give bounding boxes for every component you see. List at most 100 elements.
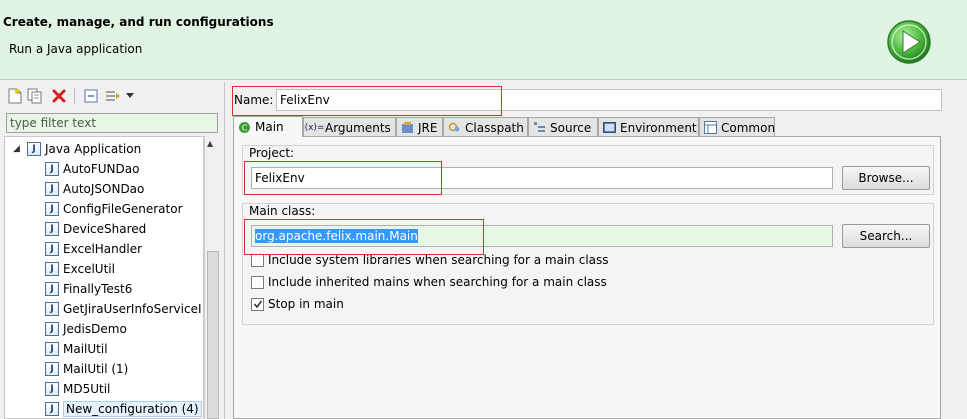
main-tab-icon: C xyxy=(238,121,251,134)
arguments-icon: (x)= xyxy=(304,122,325,133)
tree-item-label: ConfigFileGenerator xyxy=(63,202,183,216)
new-configuration-icon[interactable] xyxy=(6,87,24,105)
option-checkbox[interactable] xyxy=(251,275,264,289)
tab-arguments[interactable]: (x)= Arguments xyxy=(303,117,396,137)
svg-text:C: C xyxy=(242,123,248,132)
main-class-group: Main class: org.apache.felix.main.Main S… xyxy=(242,203,934,325)
java-class-icon: J xyxy=(45,382,59,396)
tree-item[interactable]: J MailUtil (1) xyxy=(45,359,128,379)
java-class-icon: J xyxy=(45,262,59,276)
tab-common[interactable]: Common xyxy=(699,117,775,137)
main-class-value: org.apache.felix.main.Main xyxy=(255,229,418,243)
tab-main[interactable]: C Main xyxy=(233,116,303,137)
java-class-icon: J xyxy=(45,182,59,196)
tree-item[interactable]: J JedisDemo xyxy=(45,319,127,339)
tab-label: Source xyxy=(550,120,592,135)
tree-item-label: AutoFUNDao xyxy=(63,162,140,176)
common-icon xyxy=(704,121,717,134)
tree-item[interactable]: J AutoFUNDao xyxy=(45,159,139,179)
tree-item[interactable]: J GetJiraUserInfoServiceI xyxy=(45,299,202,319)
tree-item-label: JedisDemo xyxy=(63,322,127,336)
left-toolbar xyxy=(4,86,224,108)
tab-label: Common xyxy=(721,120,776,135)
tab-environment[interactable]: Environment xyxy=(598,117,699,137)
tree-item-label: MailUtil (1) xyxy=(63,362,129,376)
tree-item[interactable]: J ExcelUtil xyxy=(45,259,115,279)
tab-classpath[interactable]: Classpath xyxy=(443,117,528,137)
option-label: Include system libraries when searching … xyxy=(268,253,609,267)
filter-icon[interactable] xyxy=(104,87,122,105)
expand-arrow-icon[interactable]: ◢ xyxy=(13,144,23,154)
project-group: Project: Browse... xyxy=(242,145,934,195)
tree-item-label: FinallyTest6 xyxy=(63,282,133,296)
tree-item[interactable]: J ExcelHandler xyxy=(45,239,142,259)
toolbar-separator xyxy=(74,88,75,104)
tree-item[interactable]: J ConfigFileGenerator xyxy=(45,199,183,219)
tree-item[interactable]: J FinallyTest6 xyxy=(45,279,132,299)
environment-icon xyxy=(603,121,616,134)
option-row[interactable]: Stop in main xyxy=(251,297,344,311)
configuration-tree: ◢ J Java Application J AutoFUNDao J AutoJSO… xyxy=(4,136,204,419)
jre-icon xyxy=(401,121,414,134)
run-icon xyxy=(886,19,932,65)
option-row[interactable]: Include inherited mains when searching f… xyxy=(251,275,607,289)
name-label: Name: xyxy=(234,93,274,107)
java-class-icon: J xyxy=(45,302,59,316)
option-label: Stop in main xyxy=(268,297,344,311)
java-class-icon: J xyxy=(45,322,59,336)
java-class-icon: J xyxy=(45,222,59,236)
option-label: Include inherited mains when searching f… xyxy=(268,275,607,289)
tab-source[interactable]: Source xyxy=(528,117,598,137)
tree-node-java-application[interactable]: ◢ J Java Application xyxy=(13,139,141,159)
browse-button[interactable]: Browse... xyxy=(842,166,930,190)
java-application-icon: J xyxy=(27,142,41,156)
tab-jre[interactable]: JRE xyxy=(396,117,443,137)
java-class-icon: J xyxy=(45,362,59,376)
option-row[interactable]: Include system libraries when searching … xyxy=(251,253,609,267)
dialog-title: Create, manage, and run configurations xyxy=(3,15,274,29)
tree-scrollbar[interactable]: ▲ xyxy=(204,136,220,419)
tree-item-label: DeviceShared xyxy=(63,222,147,236)
tree-item-label: MailUtil xyxy=(63,342,108,356)
classpath-icon xyxy=(448,121,461,134)
java-class-icon: J xyxy=(45,282,59,296)
duplicate-icon[interactable] xyxy=(26,87,44,105)
delete-icon[interactable] xyxy=(50,87,68,105)
tree-item[interactable]: J MD5Util xyxy=(45,379,110,399)
tree-item[interactable]: J DeviceShared xyxy=(45,219,146,239)
tree-item-label: AutoJSONDao xyxy=(63,182,145,196)
tree-item-label: GetJiraUserInfoServiceI xyxy=(63,302,202,316)
configuration-editor: Name: C Main (x)=Arguments JRE Classpath Sour… xyxy=(228,82,967,419)
filter-input[interactable] xyxy=(6,113,218,133)
tree-item[interactable]: J AutoJSONDao xyxy=(45,179,144,199)
project-label: Project: xyxy=(249,146,295,160)
tree-item-label: ExcelHandler xyxy=(63,242,143,256)
view-menu-icon[interactable] xyxy=(124,87,136,105)
tab-label: Classpath xyxy=(465,120,524,135)
tree-node-label: Java Application xyxy=(45,142,142,156)
collapse-all-icon[interactable] xyxy=(82,87,100,105)
java-class-icon: J xyxy=(45,202,59,216)
java-class-icon: J xyxy=(45,162,59,176)
main-class-field[interactable]: org.apache.felix.main.Main xyxy=(251,225,833,247)
tree-item[interactable]: J New_configuration (4) xyxy=(45,399,202,418)
project-field[interactable] xyxy=(251,167,833,189)
tab-label: JRE xyxy=(418,120,438,135)
tree-item[interactable]: J MailUtil xyxy=(45,339,108,359)
dialog-header: Create, manage, and run configurations R… xyxy=(0,0,967,80)
tab-label: Arguments xyxy=(325,120,391,135)
name-field[interactable] xyxy=(276,89,942,111)
main-class-label: Main class: xyxy=(249,204,316,218)
option-checkbox[interactable] xyxy=(251,297,264,311)
dialog-subtitle: Run a Java application xyxy=(9,42,143,56)
java-class-icon: J xyxy=(45,402,59,416)
scrollbar-thumb[interactable] xyxy=(207,251,219,419)
search-button[interactable]: Search... xyxy=(842,224,930,248)
java-class-icon: J xyxy=(45,342,59,356)
tab-label: Main xyxy=(255,120,284,134)
option-checkbox[interactable] xyxy=(251,253,264,267)
configuration-list-panel: ◢ J Java Application J AutoFUNDao J AutoJSO… xyxy=(0,82,225,419)
tab-label: Environment xyxy=(620,120,697,135)
tree-item-label: MD5Util xyxy=(63,382,111,396)
scroll-up-icon[interactable]: ▲ xyxy=(207,139,213,148)
